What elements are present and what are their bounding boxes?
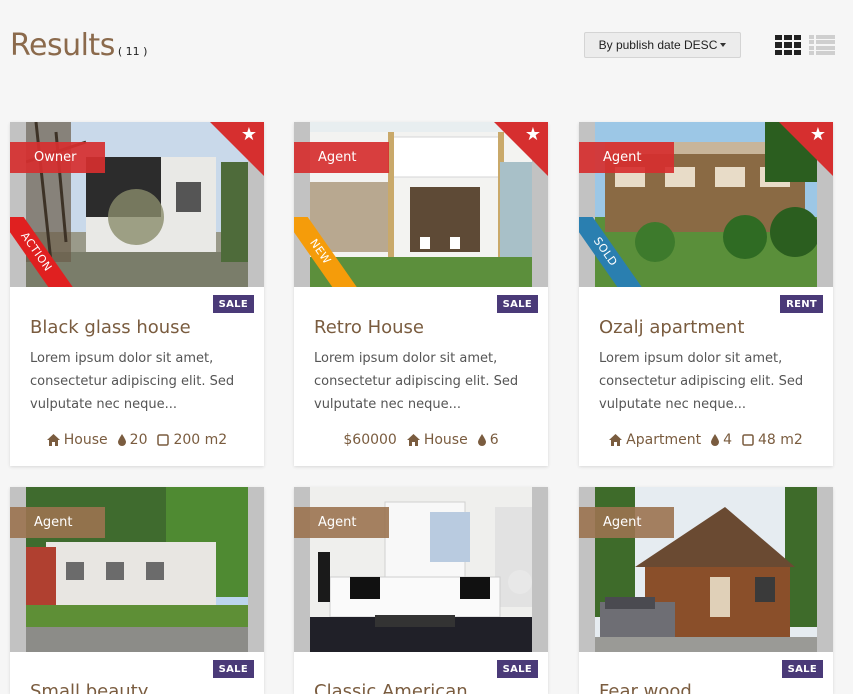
listing-meta: Apartment 4 48 m2 [579, 432, 833, 448]
listing-card[interactable]: Agent ★ SOLD RENT Ozalj apartment Lorem … [579, 122, 833, 466]
listing-title[interactable]: Classic American [314, 681, 468, 694]
listing-title[interactable]: Black glass house [30, 317, 191, 338]
status-badge: SALE [496, 660, 538, 678]
grid-view-icon[interactable] [775, 35, 801, 55]
listing-card[interactable]: Owner ★ ACTION SALE Black glass house Lo… [10, 122, 264, 466]
status-badge: SALE [212, 660, 254, 678]
sort-label: By publish date DESC [598, 38, 718, 52]
listing-tag: Agent [579, 142, 674, 173]
listing-card[interactable]: Agent SALE Fear wood [579, 487, 833, 694]
listing-title[interactable]: Retro House [314, 317, 424, 338]
listing-photo[interactable]: Agent ★ SOLD [579, 122, 833, 287]
listing-meta: House 20 200 m2 [10, 432, 264, 448]
listing-description: Lorem ipsum dolor sit amet, consectetur … [599, 351, 804, 412]
sort-dropdown-button[interactable]: By publish date DESC [584, 32, 741, 58]
listing-price: $60000 [343, 432, 397, 448]
star-icon[interactable]: ★ [810, 126, 826, 144]
listing-description: Lorem ipsum dolor sit amet, consectetur … [30, 351, 235, 412]
list-view-icon[interactable] [809, 35, 835, 55]
listing-tag: Agent [294, 507, 389, 538]
status-badge: SALE [781, 660, 823, 678]
listing-ribbon: NEW [294, 217, 357, 287]
listing-photo[interactable]: Agent [10, 487, 264, 652]
home-icon [46, 434, 60, 446]
listing-meta: $60000 House 6 [343, 432, 499, 448]
results-header: Results ( 11 ) [10, 28, 147, 63]
listing-description: Lorem ipsum dolor sit amet, consectetur … [314, 351, 519, 412]
drop-icon [711, 434, 720, 446]
listing-tag: Agent [10, 507, 105, 538]
status-badge: SALE [212, 295, 254, 313]
listing-photo[interactable]: Agent ★ NEW [294, 122, 548, 287]
home-icon [406, 434, 420, 446]
page-title: Results [10, 28, 115, 63]
listing-card[interactable]: Agent SALE Small beauty [10, 487, 264, 694]
drop-icon [477, 434, 486, 446]
listing-card[interactable]: Agent SALE Classic American [294, 487, 548, 694]
listing-title[interactable]: Small beauty [30, 681, 148, 694]
caret-down-icon [720, 43, 727, 47]
status-badge: RENT [780, 295, 823, 313]
star-icon[interactable]: ★ [241, 126, 257, 144]
square-icon [742, 434, 754, 446]
listing-photo[interactable]: Owner ★ ACTION [10, 122, 264, 287]
listing-ribbon: SOLD [579, 217, 642, 287]
listing-photo[interactable]: Agent [294, 487, 548, 652]
listing-tag: Owner [10, 142, 105, 173]
drop-icon [117, 434, 126, 446]
listing-ribbon: ACTION [10, 217, 73, 287]
home-icon [609, 434, 623, 446]
listing-card[interactable]: Agent ★ NEW SALE Retro House Lorem ipsum… [294, 122, 548, 466]
listing-title[interactable]: Ozalj apartment [599, 317, 744, 338]
listing-title[interactable]: Fear wood [599, 681, 692, 694]
listing-tag: Agent [294, 142, 389, 173]
star-icon[interactable]: ★ [525, 126, 541, 144]
square-icon [157, 434, 170, 446]
status-badge: SALE [496, 295, 538, 313]
listing-tag: Agent [579, 507, 674, 538]
results-count: ( 11 ) [117, 45, 148, 58]
listing-photo[interactable]: Agent [579, 487, 833, 652]
